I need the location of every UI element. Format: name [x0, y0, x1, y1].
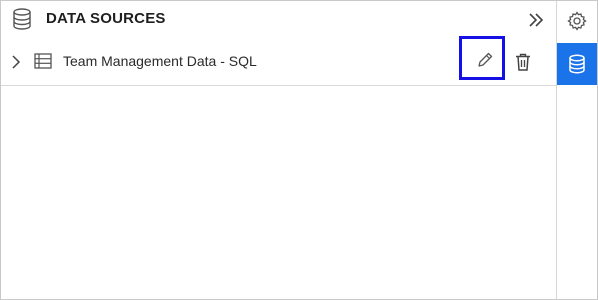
datasource-row[interactable]: Team Management Data - SQL [1, 36, 556, 86]
delete-datasource-button[interactable] [514, 52, 532, 72]
double-chevron-right-icon [529, 13, 544, 27]
chevron-right-icon [12, 55, 21, 69]
collapse-panel-button[interactable] [525, 10, 547, 30]
edit-datasource-button[interactable] [459, 36, 505, 80]
data-sources-panel: DATA SOURCES Team Management Data - SQL [1, 1, 557, 299]
panel-header: DATA SOURCES [1, 1, 556, 37]
database-icon [12, 8, 32, 30]
rail-datasources-button[interactable] [557, 43, 597, 85]
rail-settings-button[interactable] [557, 1, 597, 41]
panel-title: DATA SOURCES [46, 10, 166, 27]
data-sources-window: DATA SOURCES Team Management Data - SQL [0, 0, 598, 300]
trash-icon [516, 53, 530, 71]
gear-icon [567, 11, 587, 31]
database-icon [569, 54, 585, 74]
expand-datasource-button[interactable] [9, 54, 23, 70]
datasource-name: Team Management Data - SQL [63, 53, 257, 69]
pencil-icon [478, 52, 493, 67]
table-icon [34, 53, 52, 69]
side-rail [557, 1, 597, 299]
